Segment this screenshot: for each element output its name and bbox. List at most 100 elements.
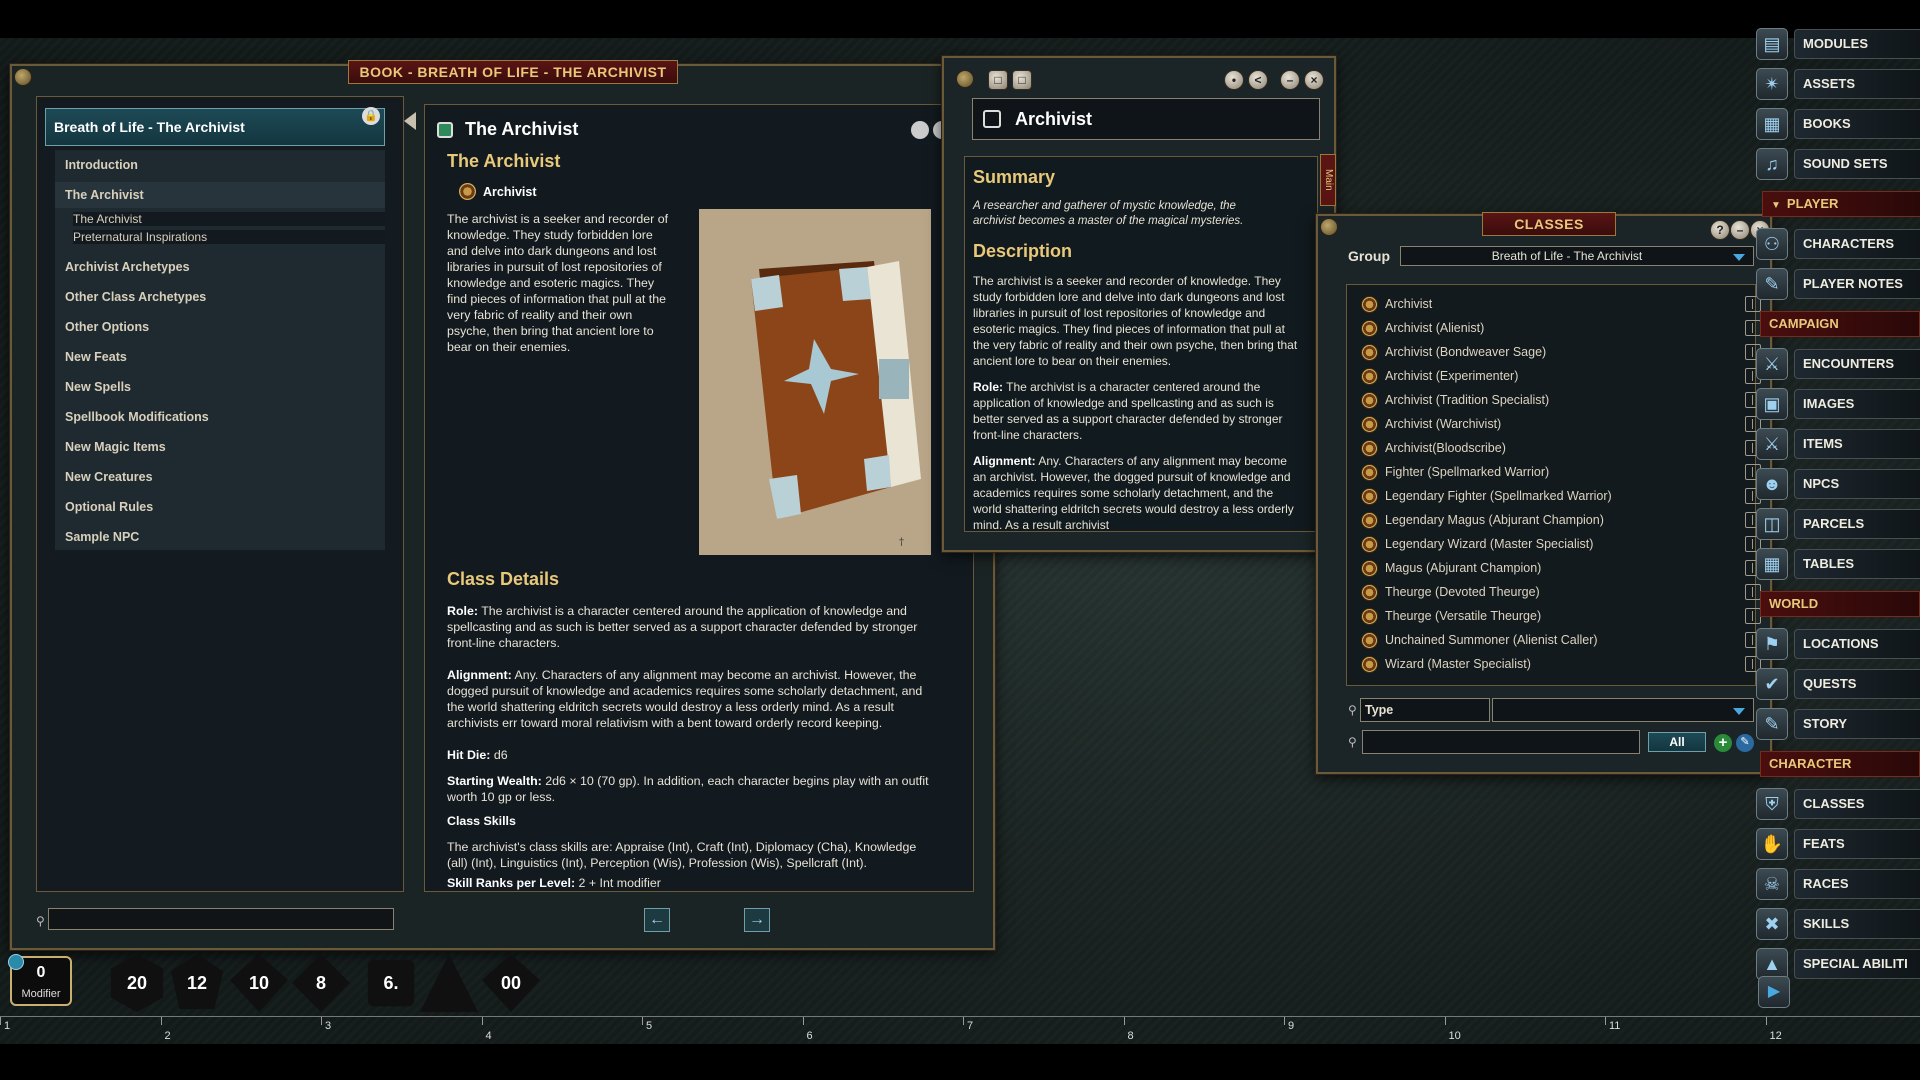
book-icon[interactable]: □ (988, 70, 1008, 90)
search-icon: ⚲ (36, 914, 45, 928)
sidebar-item[interactable]: ▦ BOOKS (1756, 106, 1920, 142)
collapse-arrow-icon[interactable] (404, 112, 416, 130)
classes-list-panel: Archivist Archivist (Alienist) Archivist (… (1346, 284, 1761, 686)
toc-item[interactable]: Preternatural Inspirations (73, 230, 385, 244)
all-button[interactable]: All (1648, 732, 1706, 752)
toc-item[interactable]: Introduction (65, 158, 395, 172)
class-list-item[interactable]: Legendary Fighter (Spellmarked Warrior) (1361, 485, 1761, 509)
class-list-item[interactable]: Archivist (Experimenter) (1361, 365, 1761, 389)
ruler-tick (0, 1017, 1, 1025)
sidebar-item[interactable]: ▦ TABLES (1756, 546, 1920, 582)
sidebar-item[interactable]: ♫ SOUND SETS (1756, 146, 1920, 182)
sidebar-item[interactable]: ☻ NPCS (1756, 466, 1920, 502)
sidebar-item[interactable]: ⛨ CLASSES (1756, 786, 1920, 822)
books-icon: ▦ (1756, 108, 1788, 140)
sidebar-item[interactable]: ▤ MODULES (1756, 26, 1920, 62)
lock-icon[interactable]: 🔒 (362, 107, 380, 125)
minimize-icon[interactable]: – (1280, 70, 1300, 90)
class-list-item[interactable]: Wizard (Master Specialist) (1361, 653, 1761, 677)
classes-window-title[interactable]: CLASSES (1482, 212, 1616, 236)
type-filter-select[interactable] (1492, 698, 1754, 722)
class-list-item[interactable]: Magus (Abjurant Champion) (1361, 557, 1761, 581)
prev-page-button[interactable]: ← (644, 908, 670, 932)
class-shield-icon (1361, 416, 1378, 433)
close-icon[interactable]: × (1304, 70, 1324, 90)
toc-item[interactable]: Other Options (65, 320, 395, 334)
sidebar-item[interactable]: ▣ IMAGES (1756, 386, 1920, 422)
sidebar-item[interactable]: ⚔ ITEMS (1756, 426, 1920, 462)
tab-main[interactable]: Main (1320, 154, 1336, 206)
toc-title-bar[interactable]: Breath of Life - The Archivist 🔒 (45, 107, 385, 146)
open-book-icon[interactable] (1745, 584, 1761, 600)
archivist-link-icon[interactable] (459, 183, 476, 200)
sidebar-section-header[interactable]: WORLD (1760, 591, 1920, 617)
toc-item[interactable]: Other Class Archetypes (65, 290, 395, 304)
next-page-button[interactable]: → (744, 908, 770, 932)
class-shield-icon (1361, 608, 1378, 625)
sidebar-section-header[interactable]: CHARACTER (1760, 751, 1920, 777)
sidebar-item[interactable]: ✎ STORY (1756, 706, 1920, 742)
class-list-item[interactable]: Theurge (Devoted Theurge) (1361, 581, 1761, 605)
ruler-tick (1765, 1017, 1767, 1025)
sidebar-item[interactable]: ☠ RACES (1756, 866, 1920, 902)
class-list-item[interactable]: Legendary Wizard (Master Specialist) (1361, 533, 1761, 557)
class-list-item[interactable]: Legendary Magus (Abjurant Champion) (1361, 509, 1761, 533)
open-book-icon[interactable] (1745, 320, 1761, 336)
class-list-item[interactable]: Archivist (1361, 293, 1761, 317)
toc-item[interactable]: New Spells (65, 380, 395, 394)
share-icon[interactable] (911, 121, 929, 139)
sidebar-section-header[interactable]: CAMPAIGN (1760, 311, 1920, 337)
role-text: Role: The archivist is a character cente… (973, 380, 1283, 442)
class-details-heading: Class Details (447, 569, 560, 589)
sidebar-section-header[interactable]: ▼ PLAYER (1762, 191, 1920, 217)
wealth-paragraph: Starting Wealth: 2d6 × 10 (70 gp). In ad… (447, 774, 929, 804)
class-list-item[interactable]: Archivist (Tradition Specialist) (1361, 389, 1761, 413)
type-filter-label[interactable]: Type (1360, 698, 1490, 722)
class-list-item[interactable]: Unchained Summoner (Alienist Caller) (1361, 629, 1761, 653)
minimize-icon[interactable]: – (1730, 220, 1750, 240)
class-list-item[interactable]: Theurge (Versatile Theurge) (1361, 605, 1761, 629)
sidebar-item[interactable]: ◫ PARCELS (1756, 506, 1920, 542)
toc-item[interactable]: The Archivist (73, 212, 385, 226)
sidebar-item[interactable]: ✎ PLAYER NOTES (1756, 266, 1920, 302)
sidebar-item[interactable]: ✔ QUESTS (1756, 666, 1920, 702)
edit-icon[interactable]: ✎ (1736, 734, 1754, 752)
open-book-icon[interactable] (1745, 608, 1761, 624)
sidebar-item[interactable]: ⚇ CHARACTERS (1756, 226, 1920, 262)
toc-item[interactable]: Sample NPC (65, 530, 395, 544)
sidebar-item[interactable]: ⚑ LOCATIONS (1756, 626, 1920, 662)
sidebar-item[interactable]: ⚔ ENCOUNTERS (1756, 346, 1920, 382)
toc-item[interactable]: Optional Rules (65, 500, 395, 514)
class-list-item[interactable]: Archivist (Warchivist) (1361, 413, 1761, 437)
class-shield-icon (1361, 560, 1378, 577)
book-window-title[interactable]: BOOK - BREATH OF LIFE - THE ARCHIVIST (348, 60, 678, 84)
sidebar-item[interactable]: ✴ ASSETS (1756, 66, 1920, 102)
book-search-input[interactable] (48, 908, 394, 930)
sidebar-item[interactable]: ✖ SKILLS (1756, 906, 1920, 942)
add-icon[interactable]: + (1714, 734, 1732, 752)
class-list-item[interactable]: Archivist (Bondweaver Sage) (1361, 341, 1761, 365)
class-list-item[interactable]: Archivist(Bloodscribe) (1361, 437, 1761, 461)
book-icon[interactable]: □ (1012, 70, 1032, 90)
sidebar-item[interactable]: ✋ FEATS (1756, 826, 1920, 862)
gear-icon[interactable] (8, 954, 24, 970)
help-icon[interactable]: ? (1710, 220, 1730, 240)
share-icon[interactable]: < (1248, 70, 1268, 90)
die-icon[interactable]: 6. (367, 959, 415, 1007)
classes-search-input[interactable] (1362, 730, 1640, 754)
lock-icon[interactable]: • (1224, 70, 1244, 90)
class-list-item[interactable]: Archivist (Alienist) (1361, 317, 1761, 341)
play-icon[interactable]: ▶ (1758, 976, 1790, 1008)
toc-item[interactable]: New Magic Items (65, 440, 395, 454)
class-list-item[interactable]: Fighter (Spellmarked Warrior) (1361, 461, 1761, 485)
class-content-panel: Summary A researcher and gatherer of mys… (964, 156, 1318, 532)
group-select[interactable]: Breath of Life - The Archivist (1400, 246, 1754, 266)
sidebar-item-label: SPECIAL ABILITI (1794, 949, 1920, 979)
toc-item[interactable]: Archivist Archetypes (65, 260, 395, 274)
items-icon: ⚔ (1756, 428, 1788, 460)
archivist-link[interactable]: Archivist (483, 185, 537, 199)
toc-item[interactable]: New Creatures (65, 470, 395, 484)
toc-item[interactable]: Spellbook Modifications (65, 410, 395, 424)
toc-item[interactable]: New Feats (65, 350, 395, 364)
toc-item[interactable]: The Archivist (55, 182, 385, 208)
